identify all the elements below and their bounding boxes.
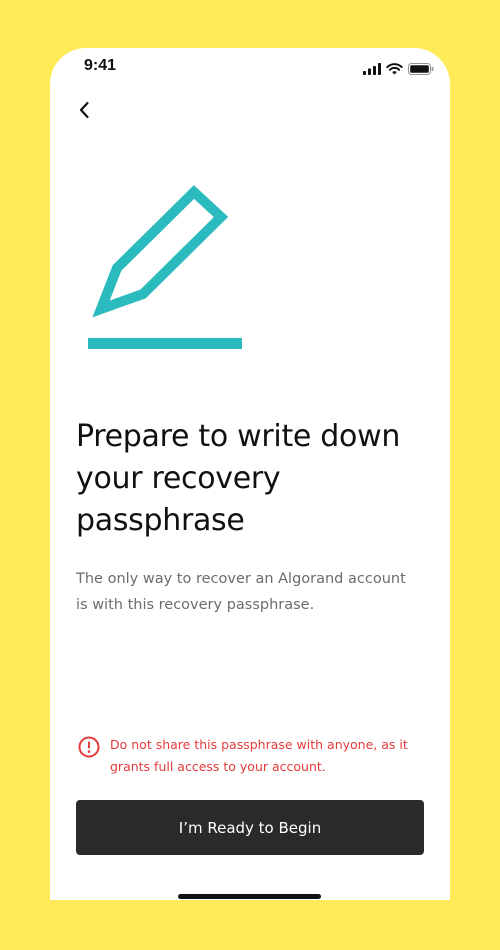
status-time: 9:41 (84, 57, 117, 74)
warning-text: Do not share this passphrase with anyone… (110, 737, 408, 774)
pencil-icon (86, 185, 246, 356)
wifi-icon (386, 60, 403, 79)
cellular-signal-icon (363, 60, 381, 79)
warning-message: Do not share this passphrase with anyone… (78, 734, 423, 778)
page-title: Prepare to write down your recovery pass… (76, 419, 401, 538)
chevron-left-icon (78, 101, 90, 123)
pencil-illustration (86, 180, 246, 352)
home-indicator (178, 894, 321, 899)
back-button[interactable] (72, 98, 96, 126)
phone-screen: 9:41 Prepare to write down your recovery… (50, 48, 450, 900)
page-description: The only way to recover an Algorand acco… (76, 571, 406, 613)
battery-icon (408, 60, 434, 79)
status-bar: 9:41 (50, 48, 450, 88)
alert-circle-icon (78, 736, 100, 758)
ready-to-begin-button[interactable]: I’m Ready to Begin (76, 800, 424, 855)
status-icons (363, 60, 434, 79)
